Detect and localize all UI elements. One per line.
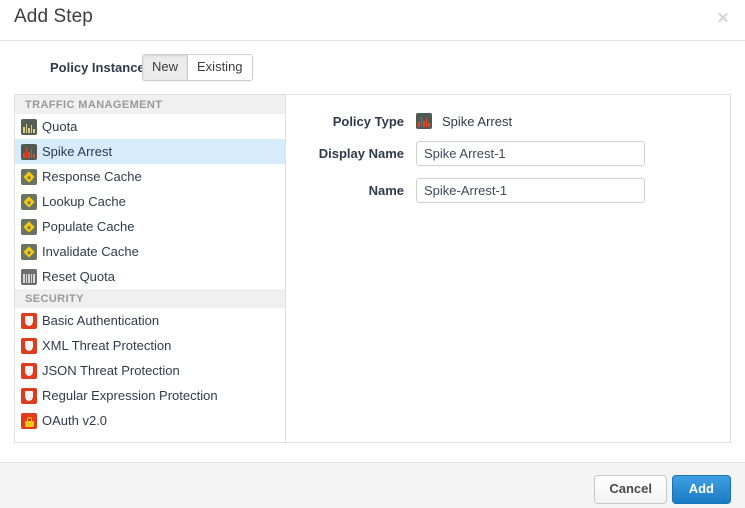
list-item-label: Regular Expression Protection [42,388,218,403]
list-item-basic-authentication[interactable]: Basic Authentication [15,308,285,333]
list-item-json-threat-protection[interactable]: JSON Threat Protection [15,358,285,383]
list-item-oauth-v2[interactable]: OAuth v2.0 [15,408,285,433]
lock-icon [21,413,37,429]
display-name-row: Display Name [286,141,730,166]
name-row: Name [286,178,730,203]
list-item-reset-quota[interactable]: Reset Quota [15,264,285,289]
list-item-label: Quota [42,119,77,134]
dialog-body: TRAFFIC MANAGEMENT Quota Spike Arrest Re… [14,94,731,443]
list-item-label: Response Cache [42,169,142,184]
display-name-label: Display Name [286,146,416,161]
list-item-regular-expression-protection[interactable]: Regular Expression Protection [15,383,285,408]
policy-type-row: Policy Type Spike Arrest [286,113,730,129]
policy-instance-row: Policy Instance New Existing [0,54,745,82]
policy-list[interactable]: TRAFFIC MANAGEMENT Quota Spike Arrest Re… [15,95,286,442]
page-title: Add Step [14,6,93,28]
list-item-label: Reset Quota [42,269,115,284]
diamond-icon [21,219,37,235]
list-item-response-cache[interactable]: Response Cache [15,164,285,189]
list-item-lookup-cache[interactable]: Lookup Cache [15,189,285,214]
list-item-label: XML Threat Protection [42,338,171,353]
list-item-spike-arrest[interactable]: Spike Arrest [15,139,285,164]
policy-type-value: Spike Arrest [416,113,512,129]
diamond-icon [21,244,37,260]
policy-instance-existing-button[interactable]: Existing [188,55,252,80]
list-item-quota[interactable]: Quota [15,114,285,139]
add-button[interactable]: Add [672,475,731,504]
list-item-label: Invalidate Cache [42,244,139,259]
name-input[interactable] [416,178,645,203]
list-item-label: Populate Cache [42,219,135,234]
display-name-input[interactable] [416,141,645,166]
policy-type-name: Spike Arrest [442,114,512,129]
list-item-label: Lookup Cache [42,194,126,209]
list-item-populate-cache[interactable]: Populate Cache [15,214,285,239]
name-label: Name [286,183,416,198]
group-header-traffic-management: TRAFFIC MANAGEMENT [15,95,285,114]
close-icon[interactable]: ✕ [713,9,733,29]
policy-instance-new-button[interactable]: New [143,55,187,80]
bar-chart-icon [21,144,37,160]
shield-icon [21,363,37,379]
shield-icon [21,388,37,404]
dialog-footer: Cancel Add [0,462,745,508]
shield-icon [21,313,37,329]
group-header-security: SECURITY [15,289,285,308]
list-item-xml-threat-protection[interactable]: XML Threat Protection [15,333,285,358]
bar-chart-icon [416,113,432,129]
bar-chart-icon [21,119,37,135]
list-item-label: OAuth v2.0 [42,413,107,428]
policy-type-label: Policy Type [286,114,416,129]
cancel-button[interactable]: Cancel [594,475,667,504]
list-item-label: JSON Threat Protection [42,363,180,378]
shield-icon [21,338,37,354]
diamond-icon [21,169,37,185]
dialog-header: Add Step ✕ [0,0,745,41]
policy-instance-label: Policy Instance [50,60,145,75]
list-item-label: Spike Arrest [42,144,112,159]
policy-instance-segmented-control[interactable]: New Existing [142,54,253,81]
bar-chart-icon [21,269,37,285]
list-item-label: Basic Authentication [42,313,159,328]
list-item-invalidate-cache[interactable]: Invalidate Cache [15,239,285,264]
policy-detail-form: Policy Type Spike Arrest Display Name Na… [286,95,730,442]
diamond-icon [21,194,37,210]
